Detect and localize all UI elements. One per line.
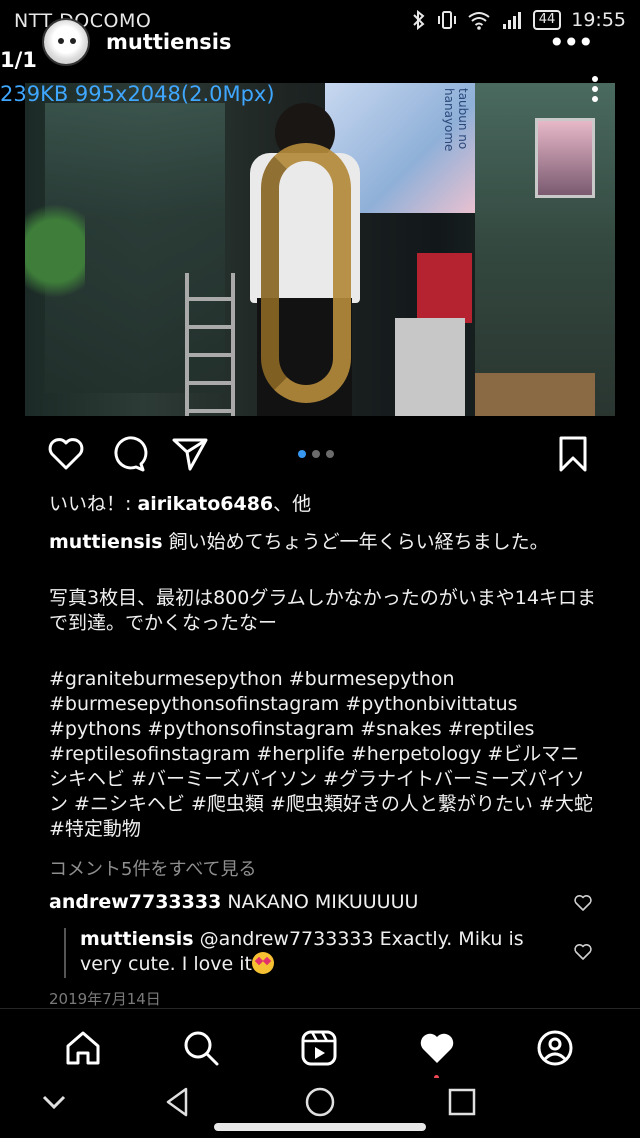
caption-username[interactable]: muttiensis	[49, 531, 163, 553]
gesture-home-pill[interactable]	[214, 1123, 426, 1131]
activity-heart-icon[interactable]	[418, 1029, 456, 1067]
post-username[interactable]: muttiensis	[106, 30, 232, 54]
wifi-icon	[468, 12, 490, 30]
home-icon[interactable]	[64, 1029, 102, 1067]
comment-text: NAKANO MIKUUUUU	[227, 891, 419, 913]
avatar[interactable]	[42, 18, 90, 66]
heart-eyes-emoji-icon	[251, 952, 274, 974]
caption-text-para2: 写真3枚目、最初は800グラムしかなかったのがいまや14キロまで到達。でかくなっ…	[49, 587, 596, 634]
post-action-bar	[0, 434, 640, 474]
system-nav-bar	[0, 1078, 640, 1138]
carousel-dot	[312, 450, 320, 458]
like-heart-icon[interactable]	[46, 434, 86, 474]
chevron-down-icon[interactable]	[38, 1086, 70, 1118]
cardboard-box	[475, 373, 595, 416]
plant	[25, 203, 85, 323]
storage-bin	[395, 318, 465, 416]
anime-poster-label: taubun no hanayome	[442, 88, 470, 152]
search-icon[interactable]	[182, 1029, 220, 1067]
bookmark-icon[interactable]	[553, 434, 593, 474]
carousel-dot	[326, 450, 334, 458]
likes-prefix: いいね！:	[49, 493, 138, 515]
viewer-menu-icon[interactable]	[592, 76, 600, 102]
home-circle-icon[interactable]	[304, 1086, 336, 1118]
profile-icon[interactable]	[536, 1029, 574, 1067]
carousel-dot-active	[298, 450, 306, 458]
caption-text-line1: 飼い始めてちょうど一年くらい経ちました。	[168, 531, 549, 553]
avatar-eye-left	[58, 38, 64, 44]
reply-like-heart-icon[interactable]	[573, 942, 593, 962]
caption-hashtags[interactable]: #graniteburmesepython #burmesepython #bu…	[49, 667, 597, 842]
comment-row: andrew7733333 NAKANO MIKUUUUU	[49, 890, 609, 915]
reply-comment: muttiensis @andrew7733333 Exactly. Miku …	[80, 927, 560, 977]
comment-like-heart-icon[interactable]	[573, 893, 593, 913]
python-snake	[261, 143, 351, 403]
view-all-comments-link[interactable]: コメント5件をすべて見る	[49, 855, 256, 881]
status-icons: 44 19:55	[411, 9, 626, 31]
caption: muttiensis 飼い始めてちょうど一年くらい経ちました。	[49, 530, 609, 555]
red-container	[417, 253, 472, 323]
status-bar: NTT DOCOMO 44 19:55	[0, 0, 640, 44]
likes-line: いいね！: airikato6486、他	[49, 492, 609, 517]
step-ladder	[185, 273, 235, 416]
reels-icon[interactable]	[300, 1029, 338, 1067]
post-image[interactable]: taubun no hanayome	[25, 83, 615, 416]
comment-icon[interactable]	[108, 434, 148, 474]
likes-suffix: 、他	[273, 493, 312, 515]
carousel-indicator	[298, 450, 334, 458]
share-send-icon[interactable]	[170, 434, 210, 474]
image-viewer-count: 1/1	[0, 48, 37, 72]
image-viewer-info: 239KB 995x2048(2.0Mpx)	[0, 82, 275, 106]
reply-username[interactable]: muttiensis	[80, 928, 194, 950]
reply-thread-line	[64, 928, 66, 978]
post-date: 2019年7月14日	[49, 990, 161, 1008]
recents-square-icon[interactable]	[446, 1086, 478, 1118]
photo-frame	[535, 118, 595, 198]
signal-icon	[502, 12, 521, 29]
back-icon[interactable]	[162, 1086, 194, 1118]
bluetooth-icon	[412, 10, 425, 30]
more-options-icon[interactable]: •••	[548, 26, 594, 59]
comment-username[interactable]: andrew7733333	[49, 891, 221, 913]
vibrate-icon	[437, 11, 456, 29]
bottom-nav	[0, 1008, 640, 1080]
avatar-eye-right	[70, 38, 76, 44]
likes-user-link[interactable]: airikato6486	[137, 493, 273, 515]
